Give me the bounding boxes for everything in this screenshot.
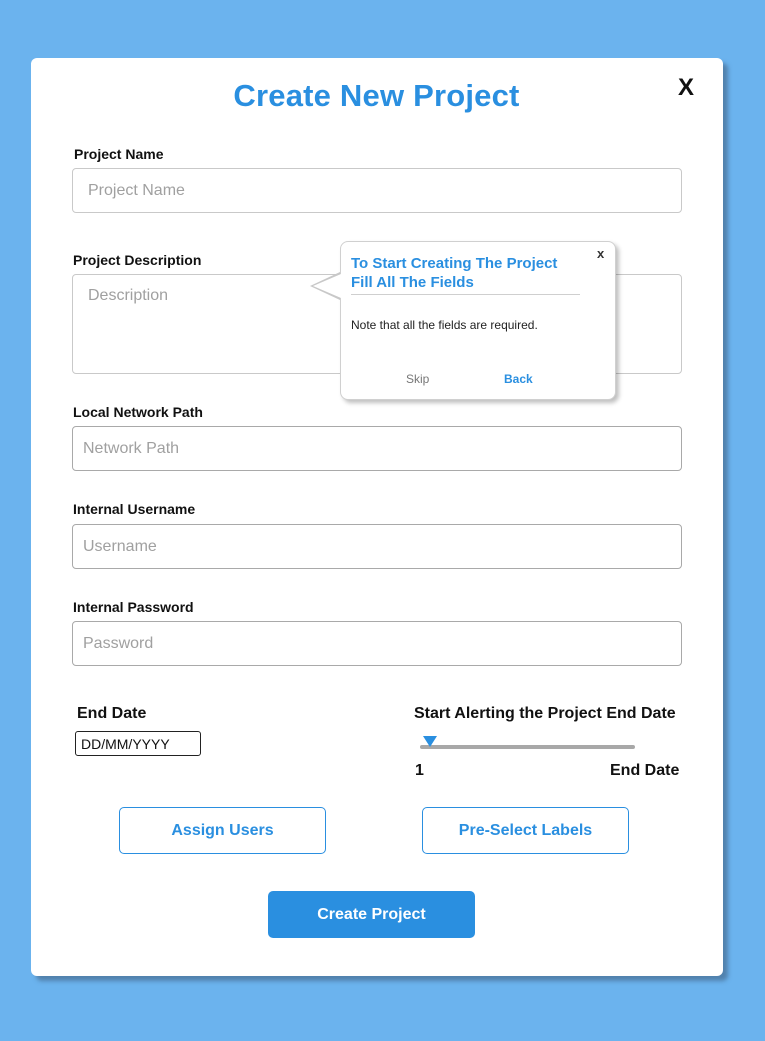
username-label: Internal Username xyxy=(73,501,196,517)
alert-slider-track[interactable] xyxy=(420,745,635,749)
preselect-labels-button[interactable]: Pre-Select Labels xyxy=(422,807,629,854)
username-input[interactable] xyxy=(72,524,682,569)
slider-min-label: 1 xyxy=(415,762,424,779)
alert-slider-label: Start Alerting the Project End Date xyxy=(414,705,676,722)
slider-max-label: End Date xyxy=(610,762,680,779)
tooltip-close-button[interactable]: x xyxy=(597,246,604,261)
onboarding-tooltip: To Start Creating The Project Fill All T… xyxy=(340,241,616,400)
tooltip-title: To Start Creating The Project Fill All T… xyxy=(351,255,558,291)
network-path-input[interactable] xyxy=(72,426,682,471)
close-modal-button[interactable]: X xyxy=(678,74,694,102)
tooltip-note: Note that all the fields are required. xyxy=(351,318,538,332)
project-name-input[interactable] xyxy=(72,168,682,213)
assign-users-button[interactable]: Assign Users xyxy=(119,807,326,854)
alert-slider-thumb[interactable] xyxy=(423,736,437,747)
password-input[interactable] xyxy=(72,621,682,666)
tooltip-divider xyxy=(351,294,580,295)
tooltip-pointer-fill xyxy=(313,274,341,298)
end-date-input[interactable] xyxy=(75,731,201,756)
password-label: Internal Password xyxy=(73,599,194,615)
end-date-label: End Date xyxy=(77,705,147,722)
network-path-label: Local Network Path xyxy=(73,404,203,420)
tooltip-back-button[interactable]: Back xyxy=(504,372,533,386)
project-description-label: Project Description xyxy=(73,252,202,268)
project-name-label: Project Name xyxy=(74,146,164,162)
modal-title: Create New Project xyxy=(233,78,520,113)
tooltip-skip-button[interactable]: Skip xyxy=(406,372,429,386)
create-project-button[interactable]: Create Project xyxy=(268,891,475,938)
